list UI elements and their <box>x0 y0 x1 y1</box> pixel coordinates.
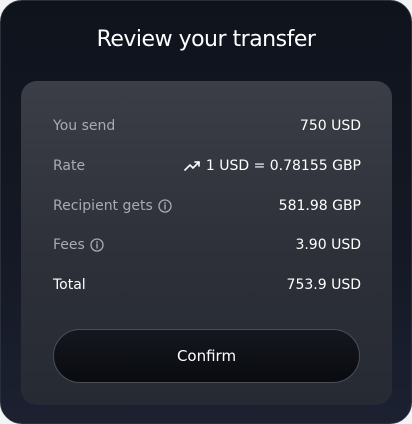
dialog-title: Review your transfer <box>96 27 316 52</box>
transfer-review-dialog: Review your transfer You send 750 USD Ra… <box>0 0 412 424</box>
row-rate: Rate 1 USD = 0.78155 GBP <box>53 156 361 176</box>
row-fees: Fees 3.90 USD <box>53 235 361 255</box>
you-send-value: 750 USD <box>299 118 361 134</box>
row-you-send: You send 750 USD <box>53 116 361 136</box>
fees-value: 3.90 USD <box>295 237 361 253</box>
transfer-details-card: You send 750 USD Rate 1 USD = 0.78155 GB… <box>21 81 392 405</box>
rate-label: Rate <box>53 158 86 174</box>
trend-up-icon <box>184 161 200 171</box>
fees-label: Fees <box>53 237 85 253</box>
info-icon[interactable] <box>90 238 104 252</box>
you-send-label: You send <box>53 118 116 134</box>
total-value: 753.9 USD <box>286 277 361 293</box>
recipient-gets-label: Recipient gets <box>53 198 153 214</box>
confirm-button[interactable]: Confirm <box>53 329 360 383</box>
rate-value: 1 USD = 0.78155 GBP <box>205 158 361 174</box>
row-recipient-gets: Recipient gets 581.98 GBP <box>53 196 361 216</box>
rate-value-group: 1 USD = 0.78155 GBP <box>184 158 361 174</box>
info-icon[interactable] <box>158 199 172 213</box>
fees-label-group: Fees <box>53 237 104 253</box>
row-total: Total 753.9 USD <box>53 275 361 295</box>
total-label: Total <box>53 277 86 293</box>
recipient-gets-label-group: Recipient gets <box>53 198 172 214</box>
recipient-gets-value: 581.98 GBP <box>278 198 361 214</box>
